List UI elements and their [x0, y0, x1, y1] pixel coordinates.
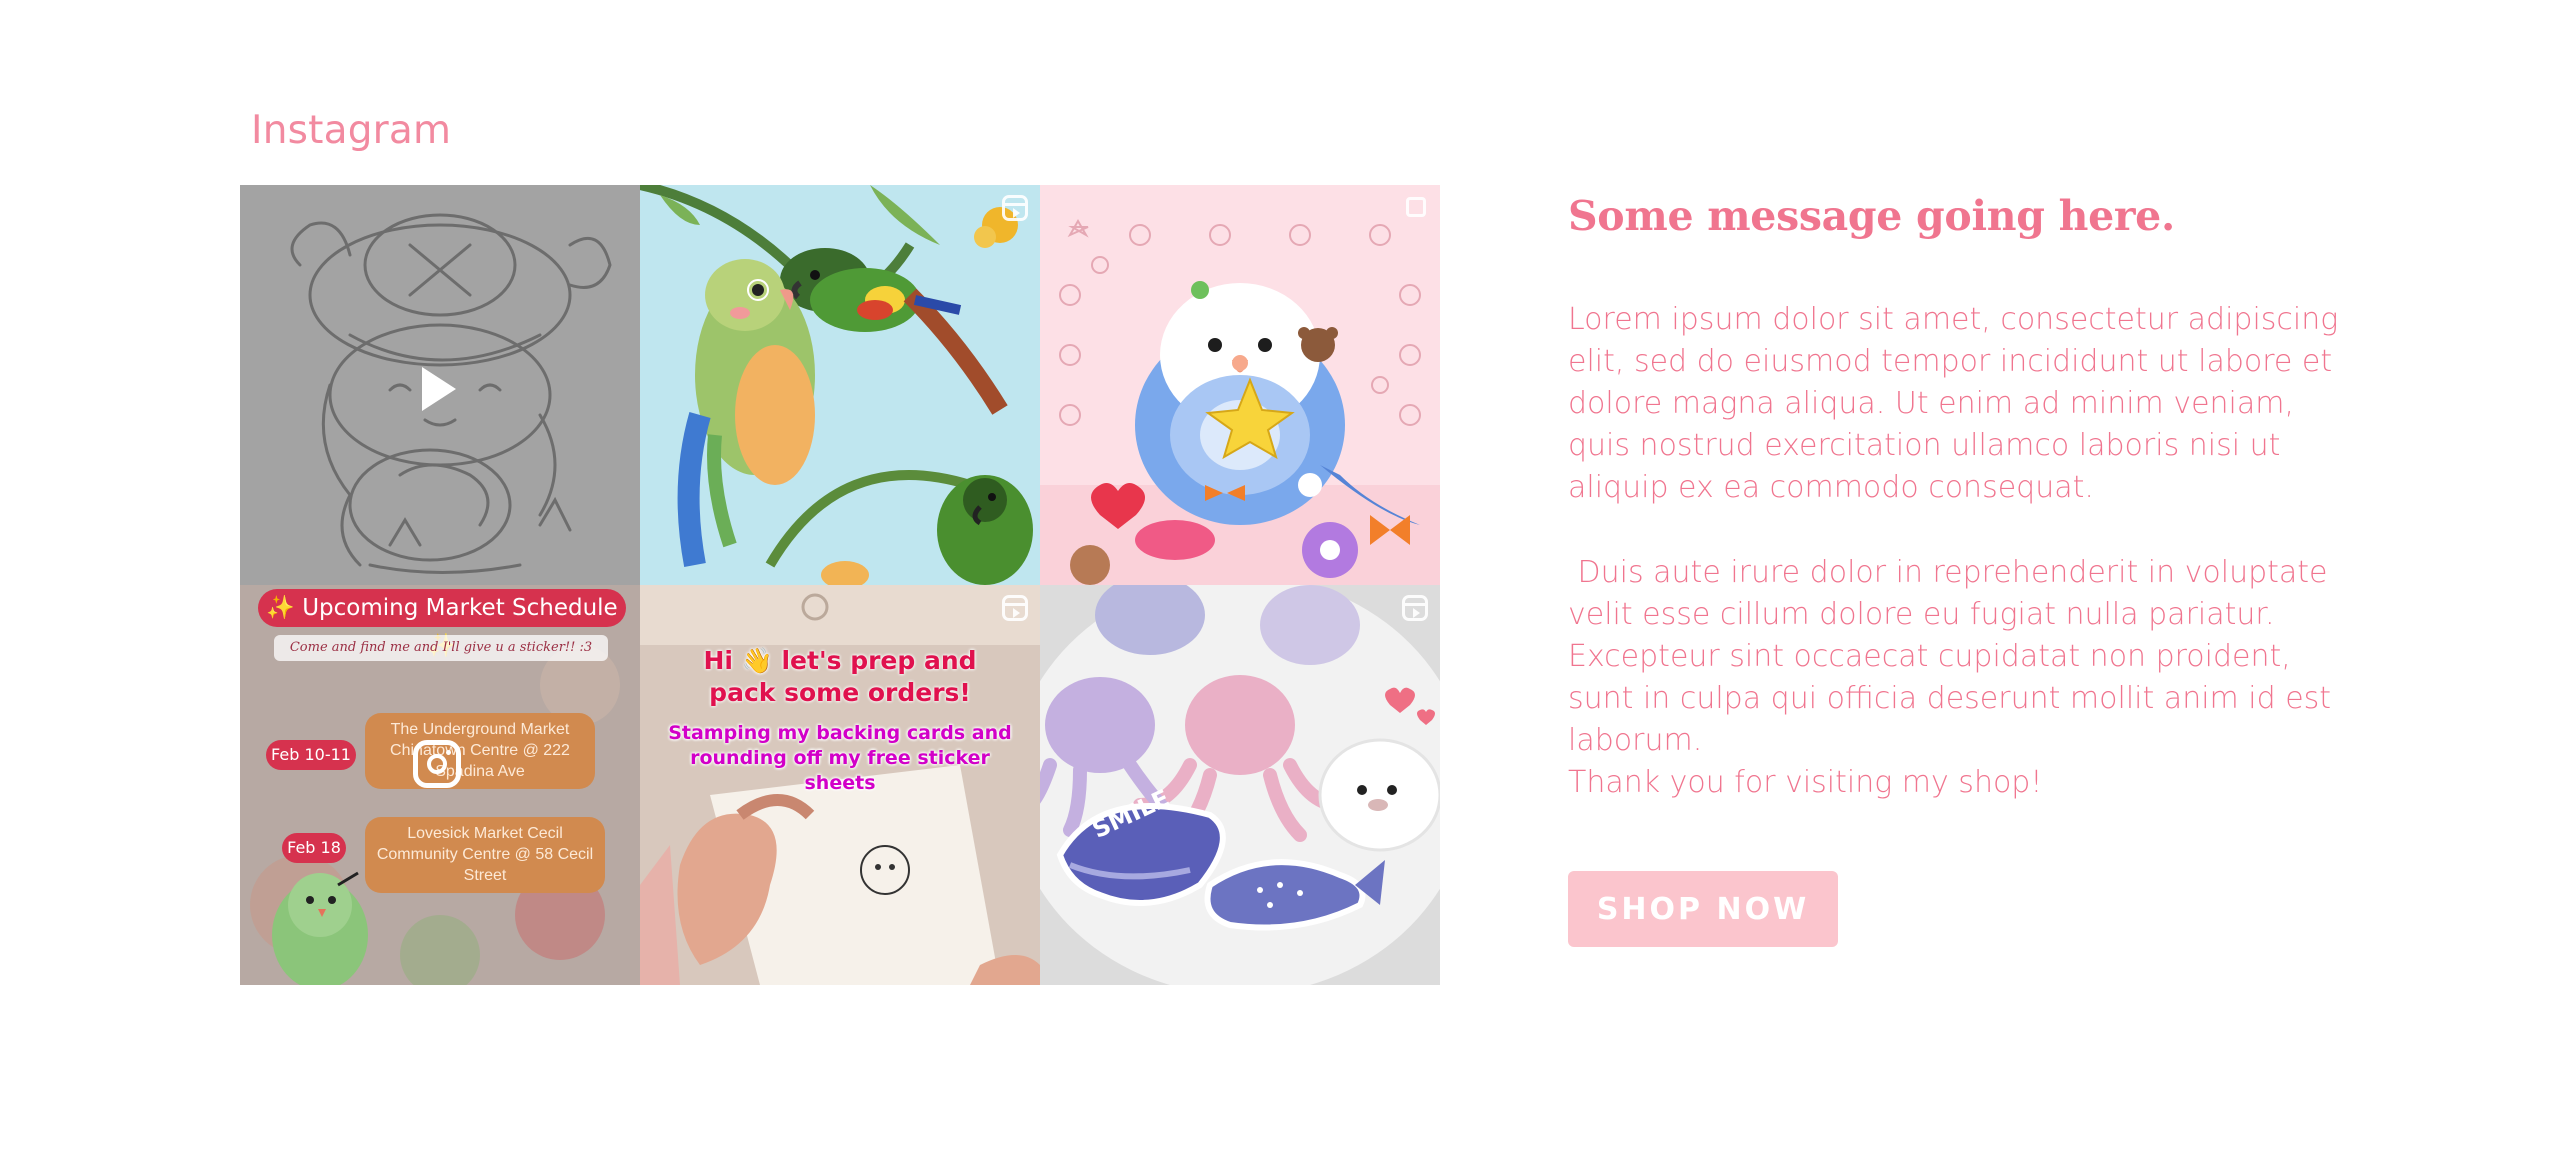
message-paragraph-1: Lorem ipsum dolor sit amet, consectetur …	[1568, 302, 2339, 505]
reel-icon	[1002, 595, 1028, 621]
event-place-1: The Underground Market Chinatown Centre …	[365, 713, 595, 789]
parrots-artwork	[640, 185, 1040, 585]
packing-video-subtitle: Stamping my backing cards and rounding o…	[668, 722, 1012, 794]
shop-now-button[interactable]: SHOP NOW	[1568, 871, 1838, 947]
instagram-post-3[interactable]	[1040, 185, 1440, 585]
instagram-post-5[interactable]: Hi 👋 let's prep and pack some orders! St…	[640, 585, 1040, 985]
instagram-post-1[interactable]	[240, 185, 640, 585]
message-paragraph-2: Duis aute irure dolor in reprehenderit i…	[1568, 555, 2341, 758]
instagram-post-4[interactable]: ✨ Upcoming Market Schedule ✨ Come and fi…	[240, 585, 640, 985]
event-date-1: Feb 10-11	[266, 740, 356, 770]
instagram-feed-grid: ✨ Upcoming Market Schedule ✨ Come and fi…	[240, 185, 1440, 985]
multiple-posts-icon	[1406, 197, 1426, 217]
budgie-artwork	[1040, 185, 1440, 585]
event-date-2: Feb 18	[282, 833, 346, 863]
sea-creature-stickers-photo	[1040, 585, 1440, 985]
message-title: Some message going here.	[1568, 192, 2175, 240]
play-icon[interactable]	[422, 367, 456, 411]
instagram-post-6[interactable]: SMILE	[1040, 585, 1440, 985]
message-paragraph-3: Thank you for visiting my shop!	[1568, 765, 2043, 800]
reel-icon	[1402, 595, 1428, 621]
instagram-post-2[interactable]	[640, 185, 1040, 585]
instagram-icon[interactable]	[413, 740, 461, 788]
market-schedule-subtitle: Come and find me and I'll give u a stick…	[274, 635, 608, 661]
market-schedule-banner: ✨ Upcoming Market Schedule ✨	[258, 589, 626, 659]
instagram-heading: Instagram	[251, 108, 452, 153]
packing-video-title: Hi 👋 let's prep and pack some orders!	[703, 646, 977, 707]
reel-icon	[1002, 195, 1028, 221]
event-place-2: Lovesick Market Cecil Community Centre @…	[365, 817, 605, 893]
